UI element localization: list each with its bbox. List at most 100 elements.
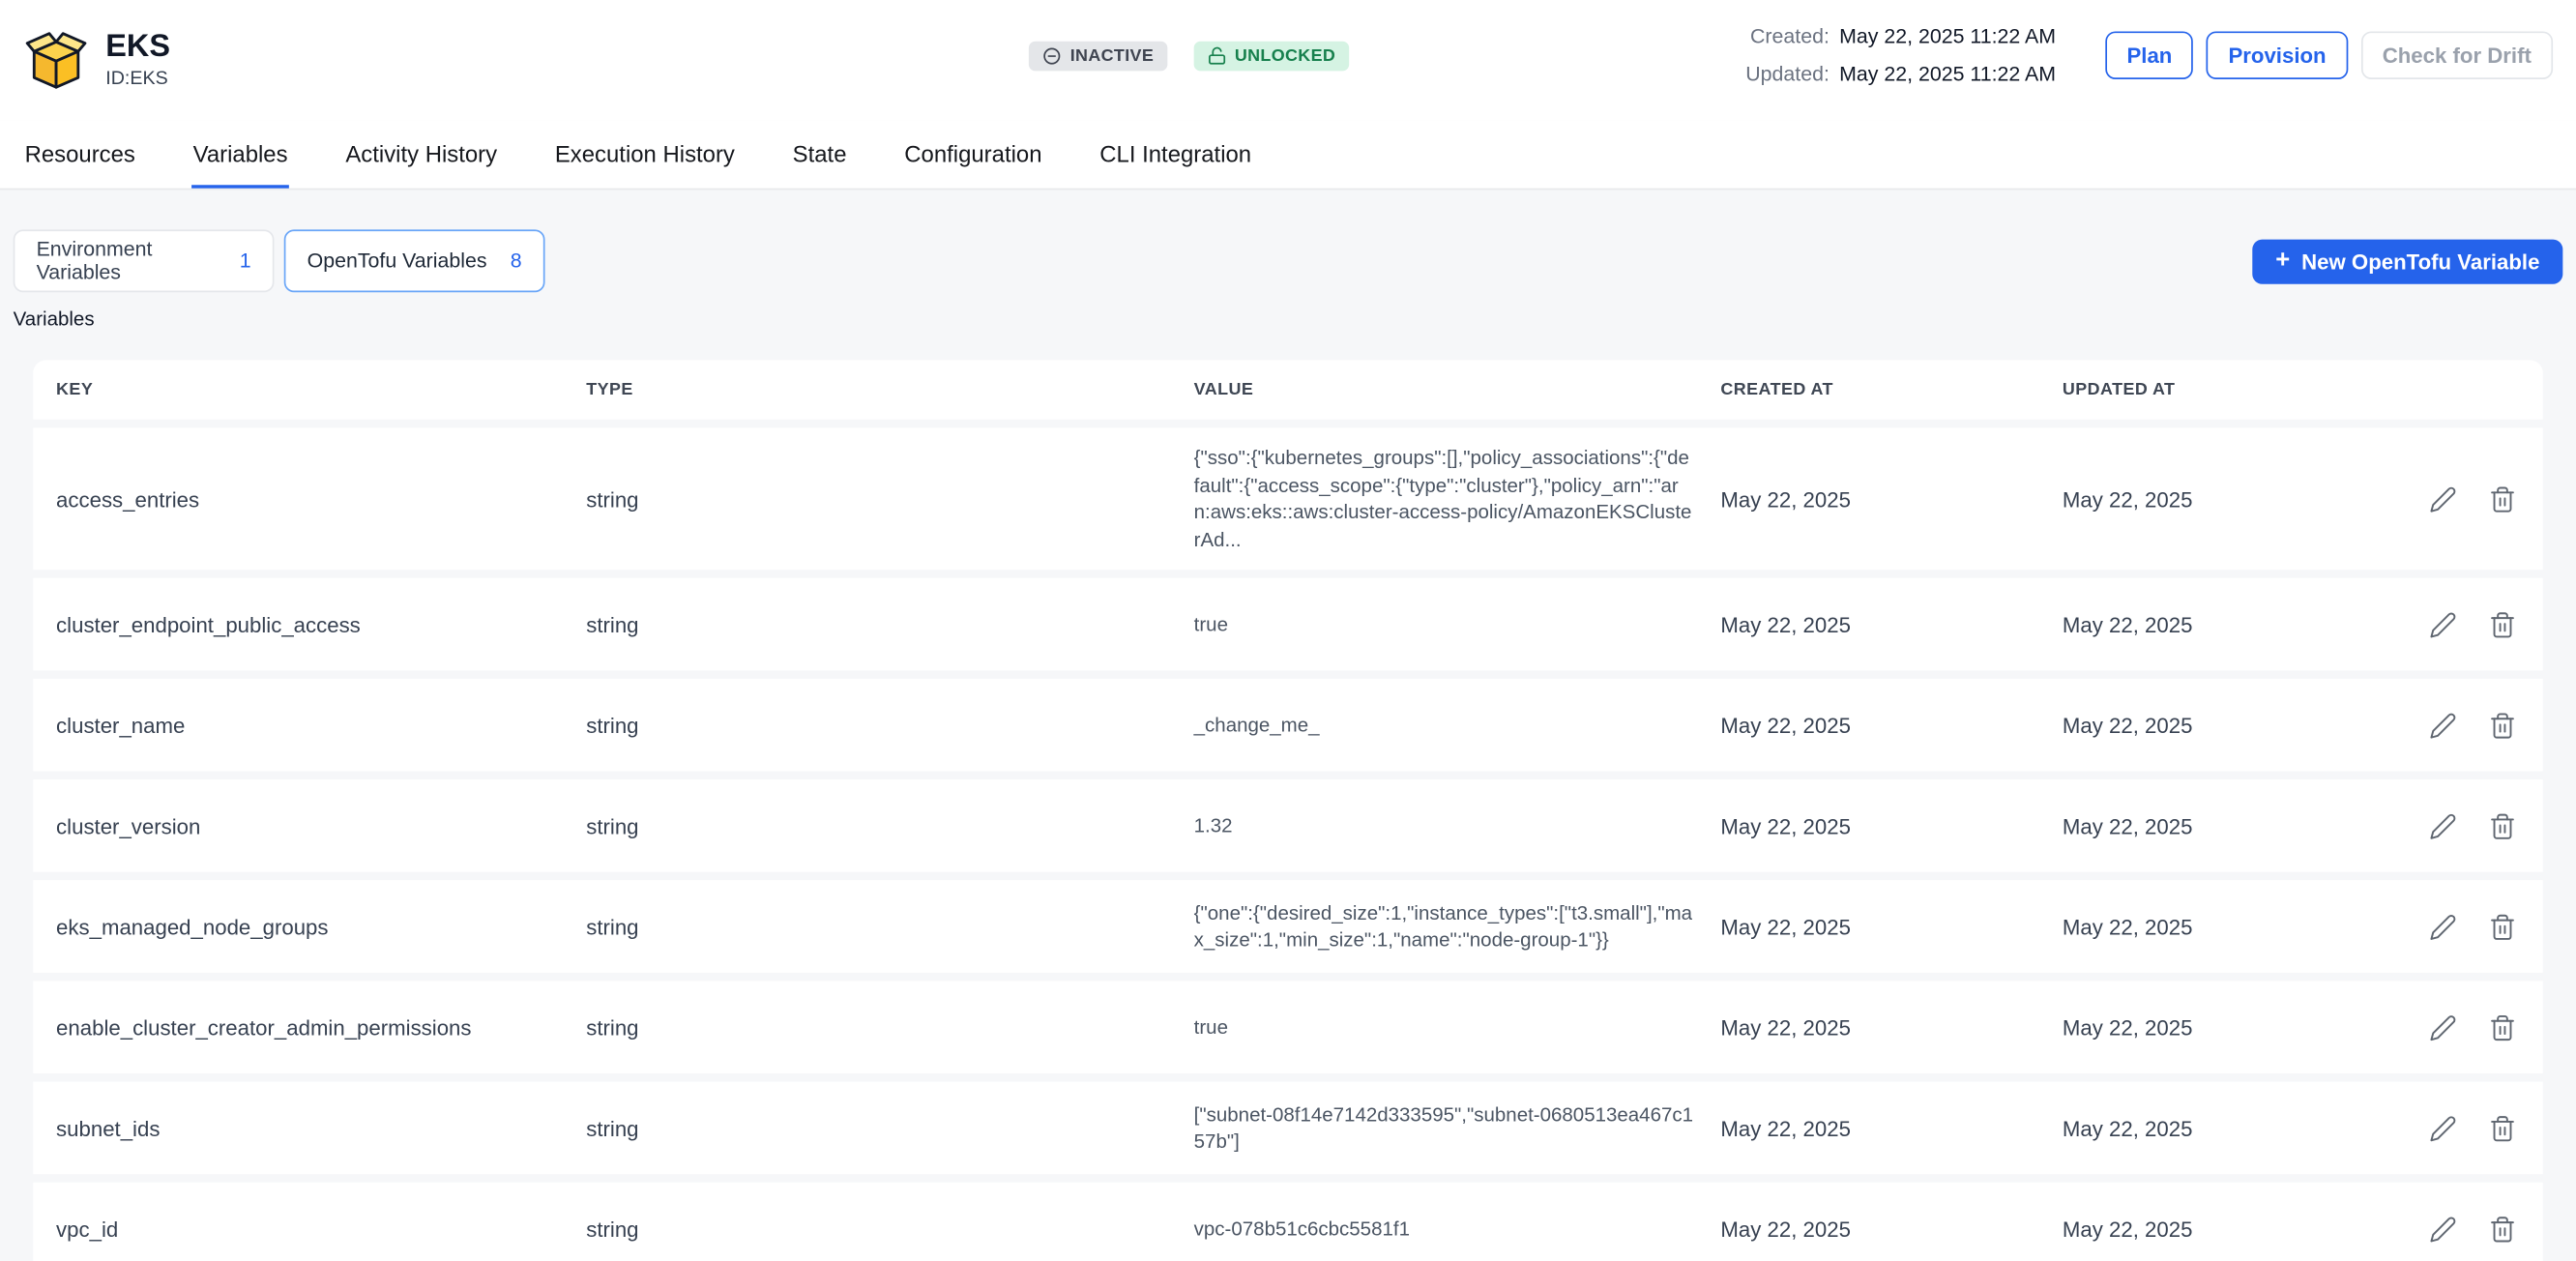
variable-type: string [586, 1015, 1193, 1041]
workspace-page: EKS ID:EKS INACTIVE UNLOCKED Created: Ma… [0, 0, 2576, 1261]
variable-created-at: May 22, 2025 [1720, 1015, 2062, 1041]
variable-updated-at: May 22, 2025 [2063, 713, 2403, 738]
table-row: eks_managed_node_groups string {"one":{"… [33, 881, 2543, 974]
delete-variable-button[interactable] [2485, 607, 2520, 642]
delete-variable-button[interactable] [2485, 1011, 2520, 1045]
variable-key: cluster_version [56, 813, 586, 838]
tab-activity-history[interactable]: Activity History [344, 121, 499, 189]
plan-button[interactable]: Plan [2105, 31, 2193, 79]
check-for-drift-button[interactable]: Check for Drift [2360, 31, 2553, 79]
variable-value: _change_me_ [1194, 712, 1721, 739]
environment-variables-pill[interactable]: Environment Variables 1 [14, 229, 275, 292]
edit-variable-button[interactable] [2426, 1212, 2461, 1246]
pencil-icon [2429, 1013, 2457, 1041]
edit-variable-button[interactable] [2426, 607, 2461, 642]
workspace-title-block: EKS ID:EKS [105, 32, 170, 90]
edit-variable-button[interactable] [2426, 482, 2461, 516]
tab-resources[interactable]: Resources [23, 121, 137, 189]
variable-updated-at: May 22, 2025 [2063, 1116, 2403, 1141]
variable-created-at: May 22, 2025 [1720, 612, 2062, 637]
column-header-created-at: CREATED AT [1720, 380, 2062, 399]
variables-filter-row: Environment Variables 1 OpenTofu Variabl… [14, 229, 2563, 292]
delete-variable-button[interactable] [2485, 708, 2520, 743]
tab-execution-history[interactable]: Execution History [553, 121, 736, 189]
row-actions [2403, 607, 2520, 642]
variable-value: true [1194, 611, 1721, 638]
opentofu-variables-count: 8 [511, 249, 522, 273]
edit-variable-button[interactable] [2426, 909, 2461, 944]
trash-icon [2488, 484, 2516, 513]
delete-variable-button[interactable] [2485, 482, 2520, 516]
tab-state[interactable]: State [791, 121, 848, 189]
edit-variable-button[interactable] [2426, 808, 2461, 843]
minus-circle-icon [1042, 45, 1062, 65]
pencil-icon [2429, 484, 2457, 513]
variable-type: string [586, 1116, 1193, 1141]
variable-key: cluster_endpoint_public_access [56, 612, 586, 637]
trash-icon [2488, 913, 2516, 941]
created-label: Created: [1750, 25, 1830, 48]
variable-type: string [586, 915, 1193, 940]
unlocked-badge-label: UNLOCKED [1235, 45, 1335, 65]
column-header-updated-at: UPDATED AT [2063, 380, 2403, 399]
column-header-type: TYPE [586, 380, 1193, 399]
variable-value: vpc-078b51c6cbc5581f1 [1194, 1216, 1721, 1243]
status-badge-inactive: INACTIVE [1029, 41, 1167, 71]
pencil-icon [2429, 610, 2457, 638]
variable-type: string [586, 1217, 1193, 1242]
opentofu-variables-pill[interactable]: OpenTofu Variables 8 [284, 229, 545, 292]
table-row: cluster_version string 1.32 May 22, 2025… [33, 779, 2543, 872]
variable-value: true [1194, 1013, 1721, 1041]
variables-section-title: Variables [14, 308, 2563, 331]
row-actions [2403, 482, 2520, 516]
variables-content: Environment Variables 1 OpenTofu Variabl… [0, 190, 2576, 1261]
inactive-badge-label: INACTIVE [1070, 45, 1154, 65]
variable-type: string [586, 486, 1193, 512]
row-actions [2403, 708, 2520, 743]
variable-value: {"sso":{"kubernetes_groups":[],"policy_a… [1194, 444, 1721, 553]
variable-updated-at: May 22, 2025 [2063, 813, 2403, 838]
workspace-actions: Plan Provision Check for Drift [2105, 31, 2553, 79]
variable-key: access_entries [56, 486, 586, 512]
updated-value: May 22, 2025 11:22 AM [1839, 63, 2056, 86]
delete-variable-button[interactable] [2485, 909, 2520, 944]
variable-updated-at: May 22, 2025 [2063, 915, 2403, 940]
tab-configuration[interactable]: Configuration [903, 121, 1044, 189]
delete-variable-button[interactable] [2485, 808, 2520, 843]
table-row: cluster_endpoint_public_access string tr… [33, 578, 2543, 671]
pencil-icon [2429, 711, 2457, 739]
row-actions [2403, 1011, 2520, 1045]
variable-updated-at: May 22, 2025 [2063, 486, 2403, 512]
column-header-value: VALUE [1194, 380, 1721, 399]
edit-variable-button[interactable] [2426, 1011, 2461, 1045]
variables-table-header: KEY TYPE VALUE CREATED AT UPDATED AT [33, 360, 2543, 419]
edit-variable-button[interactable] [2426, 708, 2461, 743]
table-row: enable_cluster_creator_admin_permissions… [33, 982, 2543, 1074]
row-actions [2403, 1111, 2520, 1146]
new-opentofu-variable-button[interactable]: + New OpenTofu Variable [2252, 239, 2562, 283]
environment-variables-count: 1 [240, 249, 251, 273]
trash-icon [2488, 1013, 2516, 1041]
variables-table: KEY TYPE VALUE CREATED AT UPDATED AT acc… [33, 360, 2543, 1261]
workspace-timestamps: Created: May 22, 2025 11:22 AM Updated: … [1745, 25, 2056, 86]
column-header-key: KEY [56, 380, 586, 399]
unlock-icon [1207, 45, 1226, 65]
trash-icon [2488, 812, 2516, 840]
variable-key: cluster_name [56, 713, 586, 738]
variable-key: enable_cluster_creator_admin_permissions [56, 1015, 586, 1041]
delete-variable-button[interactable] [2485, 1111, 2520, 1146]
delete-variable-button[interactable] [2485, 1212, 2520, 1246]
variable-updated-at: May 22, 2025 [2063, 1217, 2403, 1242]
table-row: cluster_name string _change_me_ May 22, … [33, 679, 2543, 772]
trash-icon [2488, 610, 2516, 638]
workspace-tabnav: Resources Variables Activity History Exe… [0, 121, 2576, 191]
provision-button[interactable]: Provision [2207, 31, 2348, 79]
workspace-title: EKS [105, 32, 170, 67]
tab-variables[interactable]: Variables [191, 121, 289, 189]
edit-variable-button[interactable] [2426, 1111, 2461, 1146]
created-value: May 22, 2025 11:22 AM [1839, 25, 2056, 48]
status-badges: INACTIVE UNLOCKED [1029, 41, 1349, 71]
tab-cli-integration[interactable]: CLI Integration [1098, 121, 1253, 189]
row-actions [2403, 808, 2520, 843]
environment-variables-label: Environment Variables [37, 238, 240, 284]
